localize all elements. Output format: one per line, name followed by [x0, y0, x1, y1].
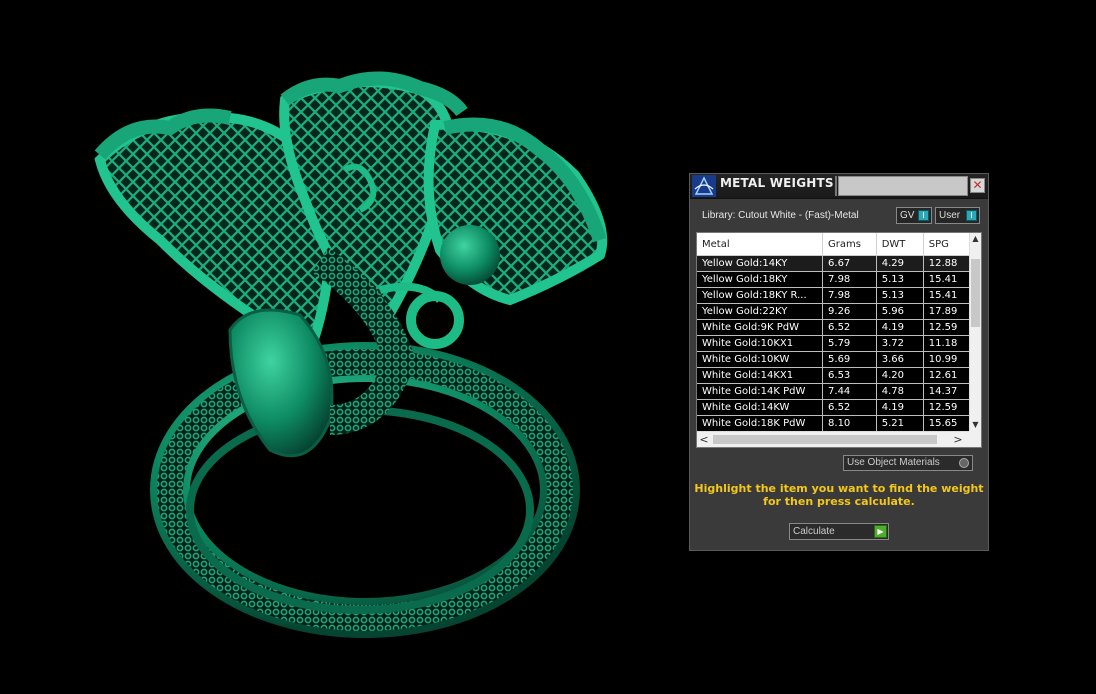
table-cell: 12.61	[923, 367, 971, 384]
table-cell: 4.19	[876, 399, 924, 416]
metal-table-viewport: Metal Grams DWT SPG Yellow Gold:14KY 6.67…	[697, 233, 971, 431]
table-cell: Yellow Gold:22KY	[697, 303, 824, 320]
table-row[interactable]: White Gold:14KW 6.52 4.19 12.59	[697, 399, 971, 416]
table-cell: 4.78	[876, 383, 924, 400]
table-cell: 7.44	[822, 383, 877, 400]
table-cell: White Gold:14KW	[697, 399, 824, 416]
column-header[interactable]: Grams	[822, 233, 877, 256]
instructions-line: Highlight the item you want to find the …	[694, 482, 984, 495]
metal-table: Metal Grams DWT SPG Yellow Gold:14KY 6.67…	[696, 232, 982, 448]
column-header[interactable]: Metal	[697, 233, 824, 256]
table-cell: 17.89	[923, 303, 971, 320]
table-cell: 3.72	[876, 335, 924, 352]
table-cell: 8.10	[822, 415, 877, 431]
use-object-materials-label: Use Object Materials	[847, 457, 940, 468]
horizontal-scrollbar[interactable]: < >	[697, 431, 981, 447]
table-cell: White Gold:14K PdW	[697, 383, 824, 400]
table-cell: 15.41	[923, 271, 971, 288]
table-row[interactable]: White Gold:18K PdW 8.10 5.21 15.65	[697, 415, 971, 431]
table-cell: 5.69	[822, 351, 877, 368]
instructions-line: for then press calculate.	[763, 495, 915, 508]
user-toggle[interactable]: User I	[935, 207, 980, 224]
close-button[interactable]: ✕	[970, 178, 985, 193]
app-logo-icon	[692, 175, 716, 197]
horizontal-scroll-thumb[interactable]	[713, 435, 937, 444]
table-cell: 5.13	[876, 271, 924, 288]
table-cell: 6.53	[822, 367, 877, 384]
scroll-up-icon[interactable]: ▲	[970, 233, 981, 245]
toggle-knob-icon: I	[918, 210, 929, 221]
title-divider	[834, 176, 837, 196]
ring-model-render	[94, 71, 608, 638]
table-cell: 4.20	[876, 367, 924, 384]
scroll-right-icon[interactable]: >	[951, 432, 965, 447]
vertical-scroll-thumb[interactable]	[971, 259, 980, 327]
table-cell: 12.59	[923, 319, 971, 336]
table-cell: 4.19	[876, 319, 924, 336]
table-cell: 5.21	[876, 415, 924, 431]
column-header[interactable]: SPG	[923, 233, 971, 256]
column-header[interactable]: DWT	[876, 233, 924, 256]
table-cell: Yellow Gold:18KY R...	[697, 287, 824, 304]
table-row[interactable]: White Gold:14K PdW 7.44 4.78 14.37	[697, 383, 971, 400]
table-cell: 4.29	[876, 255, 924, 272]
gv-toggle[interactable]: GV I	[896, 207, 932, 224]
table-cell: 6.52	[822, 319, 877, 336]
table-cell: White Gold:10KW	[697, 351, 824, 368]
table-cell: 15.41	[923, 287, 971, 304]
table-header-row: Metal Grams DWT SPG	[697, 233, 971, 256]
close-icon: ✕	[972, 178, 983, 192]
table-cell: 5.13	[876, 287, 924, 304]
calculate-label: Calculate	[793, 526, 835, 537]
table-cell: 12.88	[923, 255, 971, 272]
table-row[interactable]: Yellow Gold:22KY 9.26 5.96 17.89	[697, 303, 971, 320]
use-object-materials-option[interactable]: Use Object Materials	[843, 455, 973, 471]
user-toggle-label: User	[939, 210, 961, 221]
table-cell: White Gold:9K PdW	[697, 319, 824, 336]
table-row[interactable]: White Gold:10KW 5.69 3.66 10.99	[697, 351, 971, 368]
scroll-corner	[969, 431, 981, 447]
instructions-text: Highlight the item you want to find the …	[690, 482, 988, 508]
table-cell: 5.96	[876, 303, 924, 320]
table-row[interactable]: Yellow Gold:14KY 6.67 4.29 12.88	[697, 255, 971, 272]
gv-toggle-label: GV	[900, 210, 915, 221]
table-cell: 3.66	[876, 351, 924, 368]
table-cell: White Gold:14KX1	[697, 367, 824, 384]
table-cell: 7.98	[822, 287, 877, 304]
calculate-button[interactable]: Calculate ▶	[789, 523, 889, 540]
table-cell: White Gold:10KX1	[697, 335, 824, 352]
table-cell: Yellow Gold:18KY	[697, 271, 824, 288]
dialog-title: METAL WEIGHTS	[720, 176, 834, 190]
table-cell: 6.52	[822, 399, 877, 416]
table-row[interactable]: White Gold:14KX1 6.53 4.20 12.61	[697, 367, 971, 384]
3d-viewport[interactable]	[0, 0, 680, 690]
title-filler	[838, 176, 968, 196]
library-label: Library: Cutout White - (Fast)-Metal	[702, 210, 859, 221]
dialog-titlebar[interactable]: METAL WEIGHTS ✕	[690, 174, 988, 199]
table-cell: 9.26	[822, 303, 877, 320]
vertical-scrollbar[interactable]: ▲ ▼	[969, 233, 981, 431]
metal-weights-dialog: METAL WEIGHTS ✕ Library: Cutout White - …	[689, 173, 989, 551]
table-cell: 12.59	[923, 399, 971, 416]
toggle-knob-icon: I	[966, 210, 977, 221]
table-row[interactable]: White Gold:9K PdW 6.52 4.19 12.59	[697, 319, 971, 336]
table-cell: 10.99	[923, 351, 971, 368]
scroll-down-icon[interactable]: ▼	[970, 419, 981, 431]
table-cell: White Gold:18K PdW	[697, 415, 824, 431]
radio-icon[interactable]	[959, 458, 969, 468]
table-row[interactable]: Yellow Gold:18KY R... 7.98 5.13 15.41	[697, 287, 971, 304]
table-cell: 14.37	[923, 383, 971, 400]
table-row[interactable]: Yellow Gold:18KY 7.98 5.13 15.41	[697, 271, 971, 288]
scroll-left-icon[interactable]: <	[697, 432, 711, 447]
table-cell: Yellow Gold:14KY	[697, 255, 824, 272]
table-row[interactable]: White Gold:10KX1 5.79 3.72 11.18	[697, 335, 971, 352]
table-cell: 7.98	[822, 271, 877, 288]
play-arrow-icon: ▶	[874, 525, 887, 538]
table-cell: 15.65	[923, 415, 971, 431]
table-cell: 6.67	[822, 255, 877, 272]
table-cell: 5.79	[822, 335, 877, 352]
table-cell: 11.18	[923, 335, 971, 352]
